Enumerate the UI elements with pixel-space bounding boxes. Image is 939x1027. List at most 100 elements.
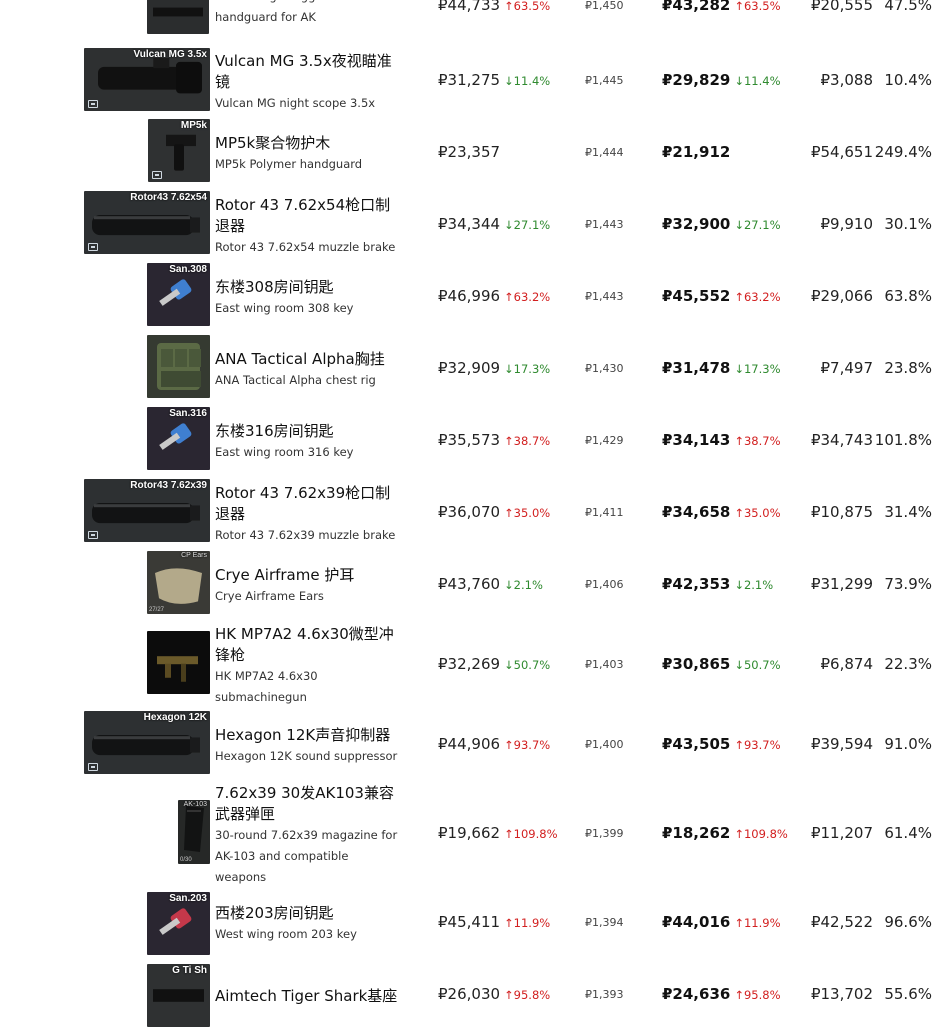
- item-short-name: CP Ears: [181, 552, 207, 559]
- item-image-art: [153, 7, 203, 17]
- flea-price: ₽44,733 ↑63.5%: [438, 0, 550, 14]
- flea-price-value: ₽44,733: [438, 0, 501, 14]
- profit-percent: 96.6%: [884, 913, 932, 931]
- fee-value: ₽1,445: [585, 74, 624, 87]
- profit-percent: 30.1%: [884, 215, 932, 233]
- flea-price-value: ₽23,357: [438, 143, 501, 161]
- item-name-cn[interactable]: 退器: [215, 504, 410, 525]
- net-price-value: ₽45,552: [662, 287, 731, 305]
- net-price-value: ₽30,865: [662, 655, 731, 673]
- net-price: ₽21,912: [662, 143, 730, 161]
- fee-value: ₽1,399: [585, 827, 624, 840]
- fee-value: ₽1,430: [585, 362, 624, 375]
- item-name-cn[interactable]: ANA Tactical Alpha胸挂: [215, 349, 410, 370]
- item-name-cn[interactable]: 镜: [215, 72, 410, 93]
- net-price-change-badge: ↑11.9%: [734, 916, 781, 930]
- flea-price-value: ₽32,269: [438, 655, 501, 673]
- item-thumbnail[interactable]: [147, 335, 210, 398]
- item-thumbnail[interactable]: Vulcan MG 3.5x: [84, 48, 210, 111]
- profit-percent: 61.4%: [884, 824, 932, 842]
- item-name-en: West wing room 203 key: [215, 927, 357, 941]
- item-name-cn[interactable]: Rotor 43 7.62x39枪口制: [215, 483, 410, 504]
- net-price-value: ₽29,829: [662, 71, 731, 89]
- price-change-badge: ↑63.5%: [504, 0, 551, 13]
- flea-price-value: ₽36,070: [438, 503, 501, 521]
- net-price-change-badge: ↑93.7%: [734, 738, 781, 752]
- profit-percent: 23.8%: [884, 359, 932, 377]
- item-name-cn[interactable]: 东楼308房间钥匙: [215, 277, 410, 298]
- item-name-cn[interactable]: Hexagon 12K声音抑制器: [215, 725, 410, 746]
- item-name-cn[interactable]: 锋枪: [215, 645, 410, 666]
- item-name-cn[interactable]: Crye Airframe 护耳: [215, 565, 410, 586]
- item-name-cn[interactable]: Rotor 43 7.62x54枪口制: [215, 195, 410, 216]
- net-price-change-badge: ↓27.1%: [734, 218, 781, 232]
- flea-price-value: ₽31,275: [438, 71, 501, 89]
- net-price: ₽34,143 ↑38.7%: [662, 431, 781, 449]
- item-thumbnail[interactable]: [147, 0, 209, 34]
- item-short-name: MP5k: [180, 120, 207, 131]
- flea-price: ₽32,909 ↓17.3%: [438, 359, 550, 377]
- item-name-cn[interactable]: 7.62x39 30发AK103兼容: [215, 783, 410, 804]
- item-short-name: AK-103: [183, 801, 207, 808]
- item-name-en: Hexagon 12K sound suppressor: [215, 749, 398, 763]
- price-change-badge: ↑11.9%: [504, 916, 551, 930]
- net-price: ₽34,658 ↑35.0%: [662, 503, 781, 521]
- item-thumbnail[interactable]: CP Ears 27/27: [147, 551, 210, 614]
- item-name-en: East wing room 308 key: [215, 301, 354, 315]
- item-name-cn[interactable]: HK MP7A2 4.6x30微型冲: [215, 624, 410, 645]
- flea-price: ₽34,344 ↓27.1%: [438, 215, 550, 233]
- profit-percent: 63.8%: [884, 287, 932, 305]
- net-price-value: ₽42,353: [662, 575, 731, 593]
- profit-value: ₽42,522: [810, 913, 873, 931]
- profit-value: ₽54,651: [810, 143, 873, 161]
- price-change-badge: ↑35.0%: [504, 506, 551, 520]
- item-name-cn[interactable]: Vulcan MG 3.5x夜视瞄准: [215, 51, 410, 72]
- profit-percent: 91.0%: [884, 735, 932, 753]
- item-thumbnail[interactable]: San.203: [147, 892, 210, 955]
- item-slot-icon: [88, 243, 98, 251]
- item-name-cn[interactable]: Aimtech Tiger Shark基座: [215, 986, 410, 1007]
- item-thumbnail[interactable]: Rotor43 7.62x39: [84, 479, 210, 542]
- profit-percent: 101.8%: [874, 431, 932, 449]
- flea-price: ₽43,760 ↓2.1%: [438, 575, 543, 593]
- item-thumbnail[interactable]: San.308: [147, 263, 210, 326]
- flea-price-value: ₽46,996: [438, 287, 501, 305]
- price-change-badge: ↑93.7%: [504, 738, 551, 752]
- item-name-cn[interactable]: 武器弹匣: [215, 804, 410, 825]
- profit-value: ₽34,743: [810, 431, 873, 449]
- item-slot-icon: [152, 171, 162, 179]
- flea-price-value: ₽45,411: [438, 913, 501, 931]
- net-price-value: ₽34,658: [662, 503, 731, 521]
- item-thumbnail[interactable]: G Ti Sh: [147, 964, 210, 1027]
- item-thumbnail[interactable]: [147, 631, 210, 694]
- profit-value: ₽10,875: [810, 503, 873, 521]
- item-thumbnail[interactable]: Rotor43 7.62x54: [84, 191, 210, 254]
- net-price: ₽31,478 ↓17.3%: [662, 359, 781, 377]
- item-slot-icon: [88, 763, 98, 771]
- flea-price-value: ₽19,662: [438, 824, 501, 842]
- item-name-cn[interactable]: 西楼203房间钥匙: [215, 903, 410, 924]
- net-price-change-badge: ↑38.7%: [734, 434, 781, 448]
- item-thumbnail[interactable]: San.316: [147, 407, 210, 470]
- item-name-en: 30-round 7.62x39 magazine for: [215, 827, 398, 842]
- profit-value: ₽20,555: [810, 0, 873, 14]
- item-thumbnail[interactable]: Hexagon 12K: [84, 711, 210, 774]
- item-name-en: Crye Airframe Ears: [215, 589, 324, 603]
- net-price-value: ₽18,262: [662, 824, 731, 842]
- net-price-change-badge: ↑109.8%: [734, 827, 788, 841]
- flea-price: ₽36,070 ↑35.0%: [438, 503, 550, 521]
- profit-percent: 10.4%: [884, 71, 932, 89]
- net-price-change-badge: ↑63.2%: [734, 290, 781, 304]
- item-name-en: Rotor 43 7.62x54 muzzle brake: [215, 239, 396, 254]
- item-name-en: submachinegun: [215, 690, 307, 704]
- flea-price: ₽26,030 ↑95.8%: [438, 985, 550, 1003]
- item-thumbnail[interactable]: AK-103 0/30: [178, 800, 210, 864]
- profit-value: ₽13,702: [810, 985, 873, 1003]
- item-image-art: [157, 656, 198, 682]
- item-name-cn[interactable]: MP5k聚合物护木: [215, 133, 410, 154]
- profit-value: ₽11,207: [810, 824, 873, 842]
- item-name-cn[interactable]: 退器: [215, 216, 410, 237]
- item-thumbnail[interactable]: MP5k: [148, 119, 210, 182]
- item-name-cn[interactable]: 东楼316房间钥匙: [215, 421, 410, 442]
- net-price: ₽24,636 ↑95.8%: [662, 985, 781, 1003]
